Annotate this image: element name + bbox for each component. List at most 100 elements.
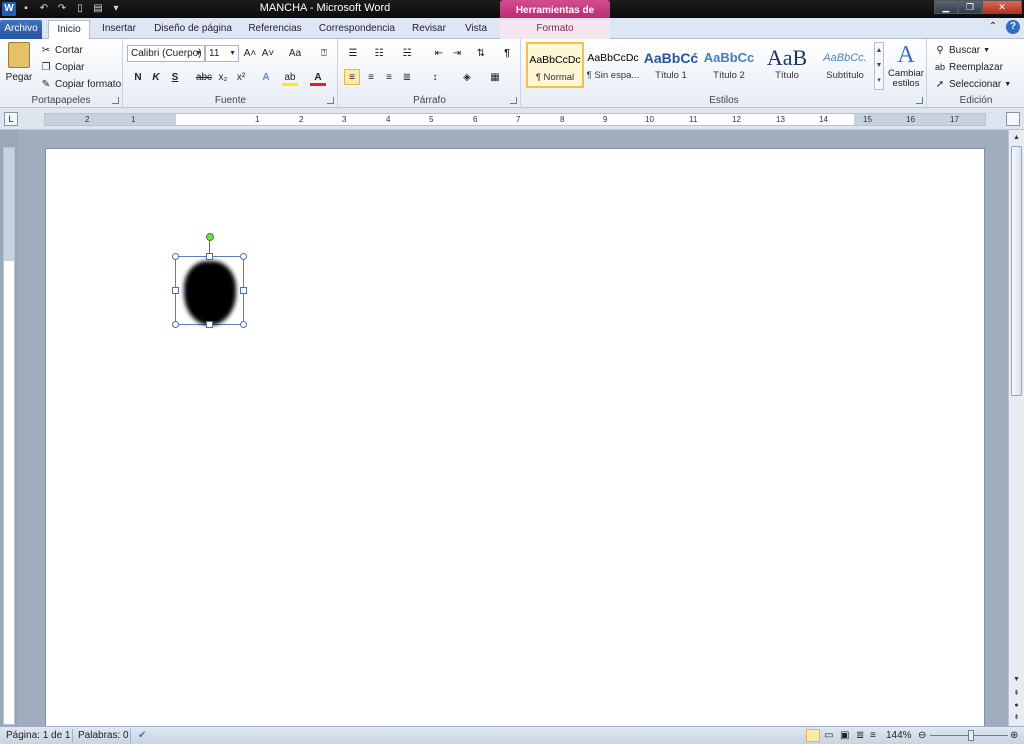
style-no-spacing[interactable]: AaBbCcDc ¶ Sin espa... bbox=[584, 42, 642, 88]
tab-references[interactable]: Referencias bbox=[244, 20, 306, 39]
tab-selector-icon[interactable]: L bbox=[4, 112, 18, 126]
more-styles-icon[interactable]: ▾ bbox=[875, 73, 883, 88]
show-marks-button[interactable]: ¶ bbox=[499, 46, 515, 62]
draft-view-icon[interactable]: ≡ bbox=[870, 729, 876, 743]
align-center-icon[interactable]: ≡ bbox=[363, 70, 379, 86]
font-color-button[interactable]: A bbox=[310, 70, 326, 86]
minimize-button[interactable]: ▁ bbox=[934, 0, 958, 14]
scroll-up-icon[interactable]: ▲ bbox=[1010, 131, 1023, 144]
print-layout-icon[interactable] bbox=[806, 729, 820, 742]
font-name-combo[interactable]: Calibri (Cuerpo) ▼ bbox=[127, 45, 205, 62]
full-screen-reading-icon[interactable]: ▭ bbox=[824, 729, 833, 743]
tab-review[interactable]: Revisar bbox=[406, 20, 452, 39]
replace-button[interactable]: ab Reemplazar bbox=[934, 59, 1003, 75]
group-label-clipboard: Portapapeles bbox=[31, 95, 91, 106]
zoom-out-icon[interactable]: ⊖ bbox=[918, 729, 926, 743]
numbering-icon[interactable]: ☷ bbox=[371, 46, 387, 62]
zoom-slider-thumb[interactable] bbox=[968, 730, 974, 741]
align-left-icon[interactable]: ≡ bbox=[344, 69, 360, 85]
document-area[interactable] bbox=[18, 130, 1008, 738]
font-size-combo[interactable]: 11 ▼ bbox=[205, 45, 239, 62]
change-case-button[interactable]: Aa bbox=[284, 46, 306, 62]
help-icon[interactable]: ? bbox=[1006, 20, 1020, 34]
ruler-number: 4 bbox=[386, 115, 391, 124]
bullets-icon[interactable]: ☰ bbox=[345, 46, 361, 62]
sort-icon[interactable]: ⇅ bbox=[473, 46, 489, 62]
resize-handle-bottom-right[interactable] bbox=[240, 321, 247, 328]
style-subtitle[interactable]: AaBbCc. Subtítulo bbox=[816, 42, 874, 88]
horizontal-ruler[interactable]: 1 2 1 2 3 4 5 6 7 8 9 10 11 12 13 14 15 … bbox=[44, 113, 986, 126]
text-effects-button[interactable]: A bbox=[258, 70, 274, 86]
resize-handle-top-right[interactable] bbox=[240, 253, 247, 260]
tab-file[interactable]: Archivo bbox=[0, 20, 42, 39]
multilevel-list-icon[interactable]: ☵ bbox=[399, 46, 415, 62]
ribbon-minimize-icon[interactable]: ⌃ bbox=[986, 20, 1000, 34]
vertical-scrollbar[interactable]: ▲ ▼ ⇞ ● ⇟ bbox=[1008, 130, 1024, 726]
document-page[interactable] bbox=[45, 148, 985, 738]
zoom-level[interactable]: 144% bbox=[886, 729, 912, 743]
scroll-down-icon[interactable]: ▼ bbox=[1010, 673, 1023, 686]
shading-icon[interactable]: ◈ bbox=[459, 70, 475, 86]
page-count[interactable]: Página: 1 de 1 bbox=[6, 729, 71, 743]
zoom-in-icon[interactable]: ⊕ bbox=[1010, 729, 1018, 743]
scroll-up-icon[interactable]: ▲ bbox=[875, 43, 883, 58]
resize-handle-bottom[interactable] bbox=[206, 321, 213, 328]
subscript-button[interactable]: x₂ bbox=[215, 70, 231, 86]
strikethrough-button[interactable]: abc bbox=[194, 70, 214, 86]
styles-launcher-icon[interactable] bbox=[916, 97, 923, 104]
decrease-indent-icon[interactable]: ⇤ bbox=[431, 46, 447, 62]
resize-handle-bottom-left[interactable] bbox=[172, 321, 179, 328]
copy-button[interactable]: ❐ Copiar bbox=[40, 59, 85, 75]
clipboard-launcher-icon[interactable] bbox=[112, 97, 119, 104]
grow-font-button[interactable]: A˄ bbox=[242, 46, 258, 62]
clear-format-button[interactable]: ⍰ bbox=[316, 46, 332, 62]
paste-button[interactable]: Pegar bbox=[4, 42, 34, 92]
shrink-font-button[interactable]: A˅ bbox=[260, 46, 276, 62]
tab-view[interactable]: Vista bbox=[458, 20, 494, 39]
tab-format[interactable]: Formato bbox=[500, 20, 610, 39]
outline-view-icon[interactable]: ≣ bbox=[856, 729, 864, 743]
selected-image[interactable] bbox=[172, 253, 247, 328]
format-painter-button[interactable]: ✎ Copiar formato bbox=[40, 76, 121, 92]
resize-handle-right[interactable] bbox=[240, 287, 247, 294]
resize-handle-left[interactable] bbox=[172, 287, 179, 294]
paragraph-launcher-icon[interactable] bbox=[510, 97, 517, 104]
resize-handle-top-left[interactable] bbox=[172, 253, 179, 260]
vertical-ruler[interactable] bbox=[3, 147, 15, 725]
increase-indent-icon[interactable]: ⇥ bbox=[449, 46, 465, 62]
align-right-icon[interactable]: ≡ bbox=[381, 70, 397, 86]
change-styles-button[interactable]: A Cambiar estilos bbox=[886, 41, 926, 93]
tab-page-layout[interactable]: Diseño de página bbox=[150, 20, 236, 39]
web-layout-icon[interactable]: ▣ bbox=[840, 729, 849, 743]
tab-home[interactable]: Inicio bbox=[48, 20, 90, 39]
proofing-icon[interactable]: ✔ bbox=[138, 729, 146, 743]
italic-button[interactable]: K bbox=[148, 70, 164, 86]
maximize-button[interactable]: ❐ bbox=[958, 0, 982, 14]
style-heading-1[interactable]: AaBbCć Título 1 bbox=[642, 42, 700, 88]
close-button[interactable]: ✕ bbox=[982, 0, 1022, 14]
bold-button[interactable]: N bbox=[130, 70, 146, 86]
rotation-handle[interactable] bbox=[206, 233, 214, 241]
highlight-button[interactable]: ab bbox=[282, 70, 298, 86]
scroll-down-icon[interactable]: ▼ bbox=[875, 58, 883, 73]
borders-icon[interactable]: ▦ bbox=[487, 70, 503, 86]
styles-scroll[interactable]: ▲ ▼ ▾ bbox=[874, 42, 884, 90]
style-title[interactable]: AaB Título bbox=[758, 42, 816, 88]
font-launcher-icon[interactable] bbox=[327, 97, 334, 104]
scroll-thumb[interactable] bbox=[1011, 146, 1022, 396]
word-count[interactable]: Palabras: 0 bbox=[78, 729, 129, 743]
tab-mailings[interactable]: Correspondencia bbox=[314, 20, 400, 39]
style-normal[interactable]: AaBbCcDc ¶ Normal bbox=[526, 42, 584, 88]
superscript-button[interactable]: x² bbox=[233, 70, 249, 86]
select-button[interactable]: ➚ Seleccionar ▼ bbox=[934, 76, 1011, 92]
style-heading-2[interactable]: AaBbCc Título 2 bbox=[700, 42, 758, 88]
resize-handle-top[interactable] bbox=[206, 253, 213, 260]
line-spacing-icon[interactable]: ↕ bbox=[427, 70, 443, 86]
cut-button[interactable]: ✂ Cortar bbox=[40, 42, 83, 58]
next-page-icon[interactable]: ⇟ bbox=[1010, 711, 1023, 724]
find-button[interactable]: ⚲ Buscar ▼ bbox=[934, 42, 990, 58]
view-ruler-icon[interactable] bbox=[1006, 112, 1020, 126]
underline-button[interactable]: S bbox=[167, 70, 183, 86]
justify-icon[interactable]: ≣ bbox=[399, 70, 415, 86]
tab-insert[interactable]: Insertar bbox=[96, 20, 142, 39]
